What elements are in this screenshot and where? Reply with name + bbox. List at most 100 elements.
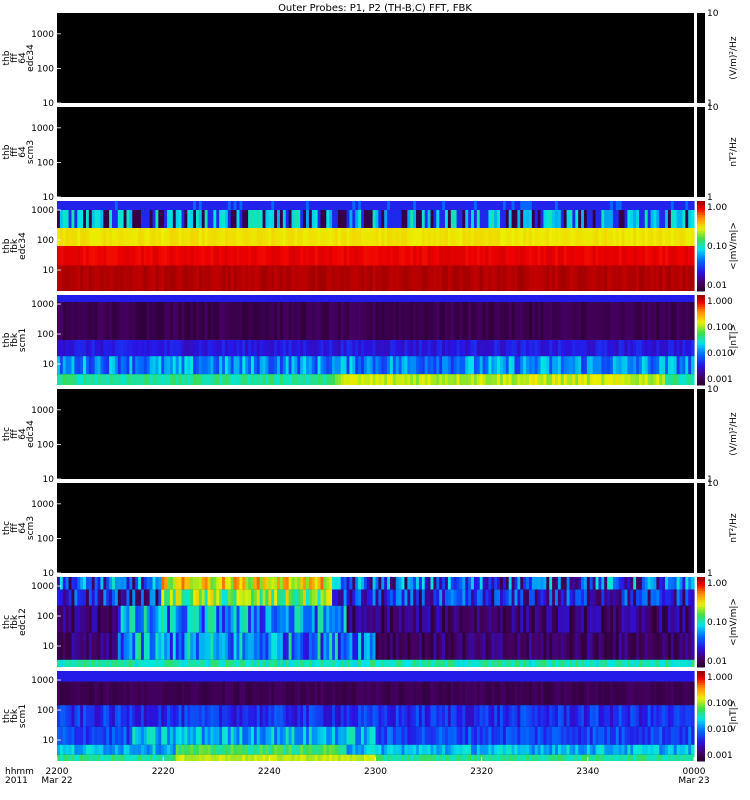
heatmap-cell (691, 744, 695, 755)
y-axis-label: thcfff64scm3 (2, 516, 36, 540)
colorbar: 110nT²/Hz (697, 479, 739, 579)
y-label-line: scm3 (26, 140, 36, 164)
heatmap-cell (691, 265, 695, 291)
y-label-line: edc34 (26, 420, 36, 448)
colorbar-tick-label: 0.01 (707, 657, 727, 667)
x-axis: 2200Mar 222220 2240 2300 2320 2340 0000Mar 23… (5, 757, 710, 786)
colorbar-tick-label: 1.00 (707, 203, 727, 213)
colorbar-step (697, 201, 705, 204)
y-label-line: edc12 (18, 608, 28, 636)
y-tick-label: 1000 (31, 30, 54, 40)
heatmap-cell (691, 681, 695, 706)
heatmap-cell (691, 356, 695, 375)
heatmap-cell (691, 605, 695, 633)
colorbar-tick-label: 0.001 (707, 751, 733, 761)
y-axis-label: thbfff64edc34 (2, 44, 36, 72)
spectrogram-figure: Outer Probes: P1, P2 (TH-B,C) FFT, FBK 1… (2, 3, 739, 786)
panel-thc-fbk-scm1: 101001000thcfbkscm10.0010.0100.1001.000<… (2, 671, 739, 762)
plot-area (57, 389, 694, 479)
heatmap-cell (691, 589, 695, 606)
y-axis-label: thbfbkscm1 (2, 328, 28, 352)
panel-thb-fff-64-scm3: 101001000thbfff64scm3110nT²/Hz (2, 103, 739, 203)
y-tick-label: 1000 (31, 206, 54, 216)
y-label-line: scm3 (26, 516, 36, 540)
colorbar-tick-label: 0.10 (707, 618, 727, 628)
y-axis-label: thcfbkedc12 (2, 608, 28, 636)
colorbar: 0.0010.0100.1001.000<|nT|> (697, 295, 739, 386)
y-tick-label: 1000 (31, 676, 54, 686)
colorbar-tick-label: 10 (707, 385, 719, 395)
colorbar-tick-label: 1 (707, 193, 713, 203)
plot-area (57, 13, 694, 103)
x-tick-label: 2240 (258, 767, 281, 777)
plot-area (57, 107, 694, 197)
y-label-line: scm1 (18, 328, 28, 352)
heatmap-cell (691, 246, 695, 266)
x-tick-label: 2340 (576, 767, 599, 777)
panel-thc-fff-64-scm3: 101001000thcfff64scm3110nT²/Hz (2, 479, 739, 579)
colorbar-unit: <|mV/m|> (729, 598, 739, 646)
y-tick-label: 10 (43, 193, 55, 203)
y-axis-label: thbfbkedc34 (2, 232, 28, 260)
heatmap-cell (691, 201, 695, 210)
colorbar-tick-label: 1.000 (707, 297, 733, 307)
figure-title: Outer Probes: P1, P2 (TH-B,C) FFT, FBK (278, 3, 472, 14)
panel-thb-fbk-edc34: 101001000thbfbkedc340.010.101.00<|mV/m|> (2, 201, 739, 292)
y-tick-label: 100 (37, 612, 54, 622)
colorbar: 110(V/m)²/Hz (697, 385, 739, 485)
colorbar-tick-label: 10 (707, 9, 719, 19)
heatmap-cell (691, 705, 695, 727)
x-tick-label: 2220 (152, 767, 175, 777)
heatmap-cell (691, 295, 695, 303)
colorbar-tick-label: 10 (707, 103, 719, 113)
heatmap-cell (691, 228, 695, 246)
colorbar: 1 10 nT²/Hz (697, 103, 739, 203)
colorbar-tick-label: 0.01 (707, 281, 727, 291)
y-tick-label: 10 (43, 99, 55, 109)
colorbar-tick-label: 10 (707, 479, 719, 489)
y-tick-label: 100 (37, 330, 54, 340)
y-label-line: edc34 (18, 232, 28, 260)
colorbar-step (697, 577, 705, 580)
colorbar-tick-label: 1.000 (707, 673, 733, 683)
y-tick-label: 100 (37, 64, 54, 74)
x-tick-date: Mar 23 (678, 776, 709, 786)
y-axis-label: thcfbkscm1 (2, 704, 28, 728)
colorbar-unit: nT²/Hz (729, 137, 739, 167)
y-tick-label: 1000 (31, 406, 54, 416)
y-tick-label: 1000 (31, 300, 54, 310)
heatmap-cell (691, 374, 695, 385)
heatmap-cell (691, 671, 695, 682)
heatmap-cells (57, 671, 695, 761)
colorbar-unit: <|mV/m|> (729, 222, 739, 270)
panel-thb-fff-64-edc34: 101001000thbfff64edc34110(V/m)²/Hz (2, 9, 739, 109)
y-tick-label: 10 (43, 569, 55, 579)
x-tick-label: 2320 (470, 767, 493, 777)
y-tick-label: 100 (37, 440, 54, 450)
colorbar-tick-label: 0.001 (707, 375, 733, 385)
colorbar-step (697, 671, 705, 674)
y-label-line: edc34 (26, 44, 36, 72)
heatmap-cell (691, 302, 695, 340)
colorbar-unit: (V/m)²/Hz (729, 36, 739, 79)
x-tick-label: 2300 (364, 767, 387, 777)
y-tick-label: 100 (37, 236, 54, 246)
y-axis-label: thcfff64edc34 (2, 420, 36, 448)
y-tick-label: 10 (43, 360, 55, 370)
y-tick-label: 10 (43, 736, 55, 746)
colorbar-step (697, 295, 705, 298)
y-tick-label: 100 (37, 158, 54, 168)
colorbar: 110(V/m)²/Hz (697, 9, 739, 109)
colorbar-unit: <|nT|> (729, 324, 739, 356)
colorbar-fill (697, 13, 705, 103)
heatmap-cell (691, 632, 695, 660)
heatmap-cell (691, 340, 695, 357)
y-tick-label: 10 (43, 475, 55, 485)
colorbar-tick-label: 0.10 (707, 242, 727, 252)
x-axis-row-label-2: 2011 (5, 776, 28, 786)
colorbar-fill (697, 389, 705, 479)
x-tick-date: Mar 22 (41, 776, 72, 786)
colorbar-tick-label: 1.00 (707, 579, 727, 589)
colorbar-unit: (V/m)²/Hz (729, 412, 739, 455)
colorbar: 0.0010.0100.1001.000<|nT|> (697, 671, 739, 762)
